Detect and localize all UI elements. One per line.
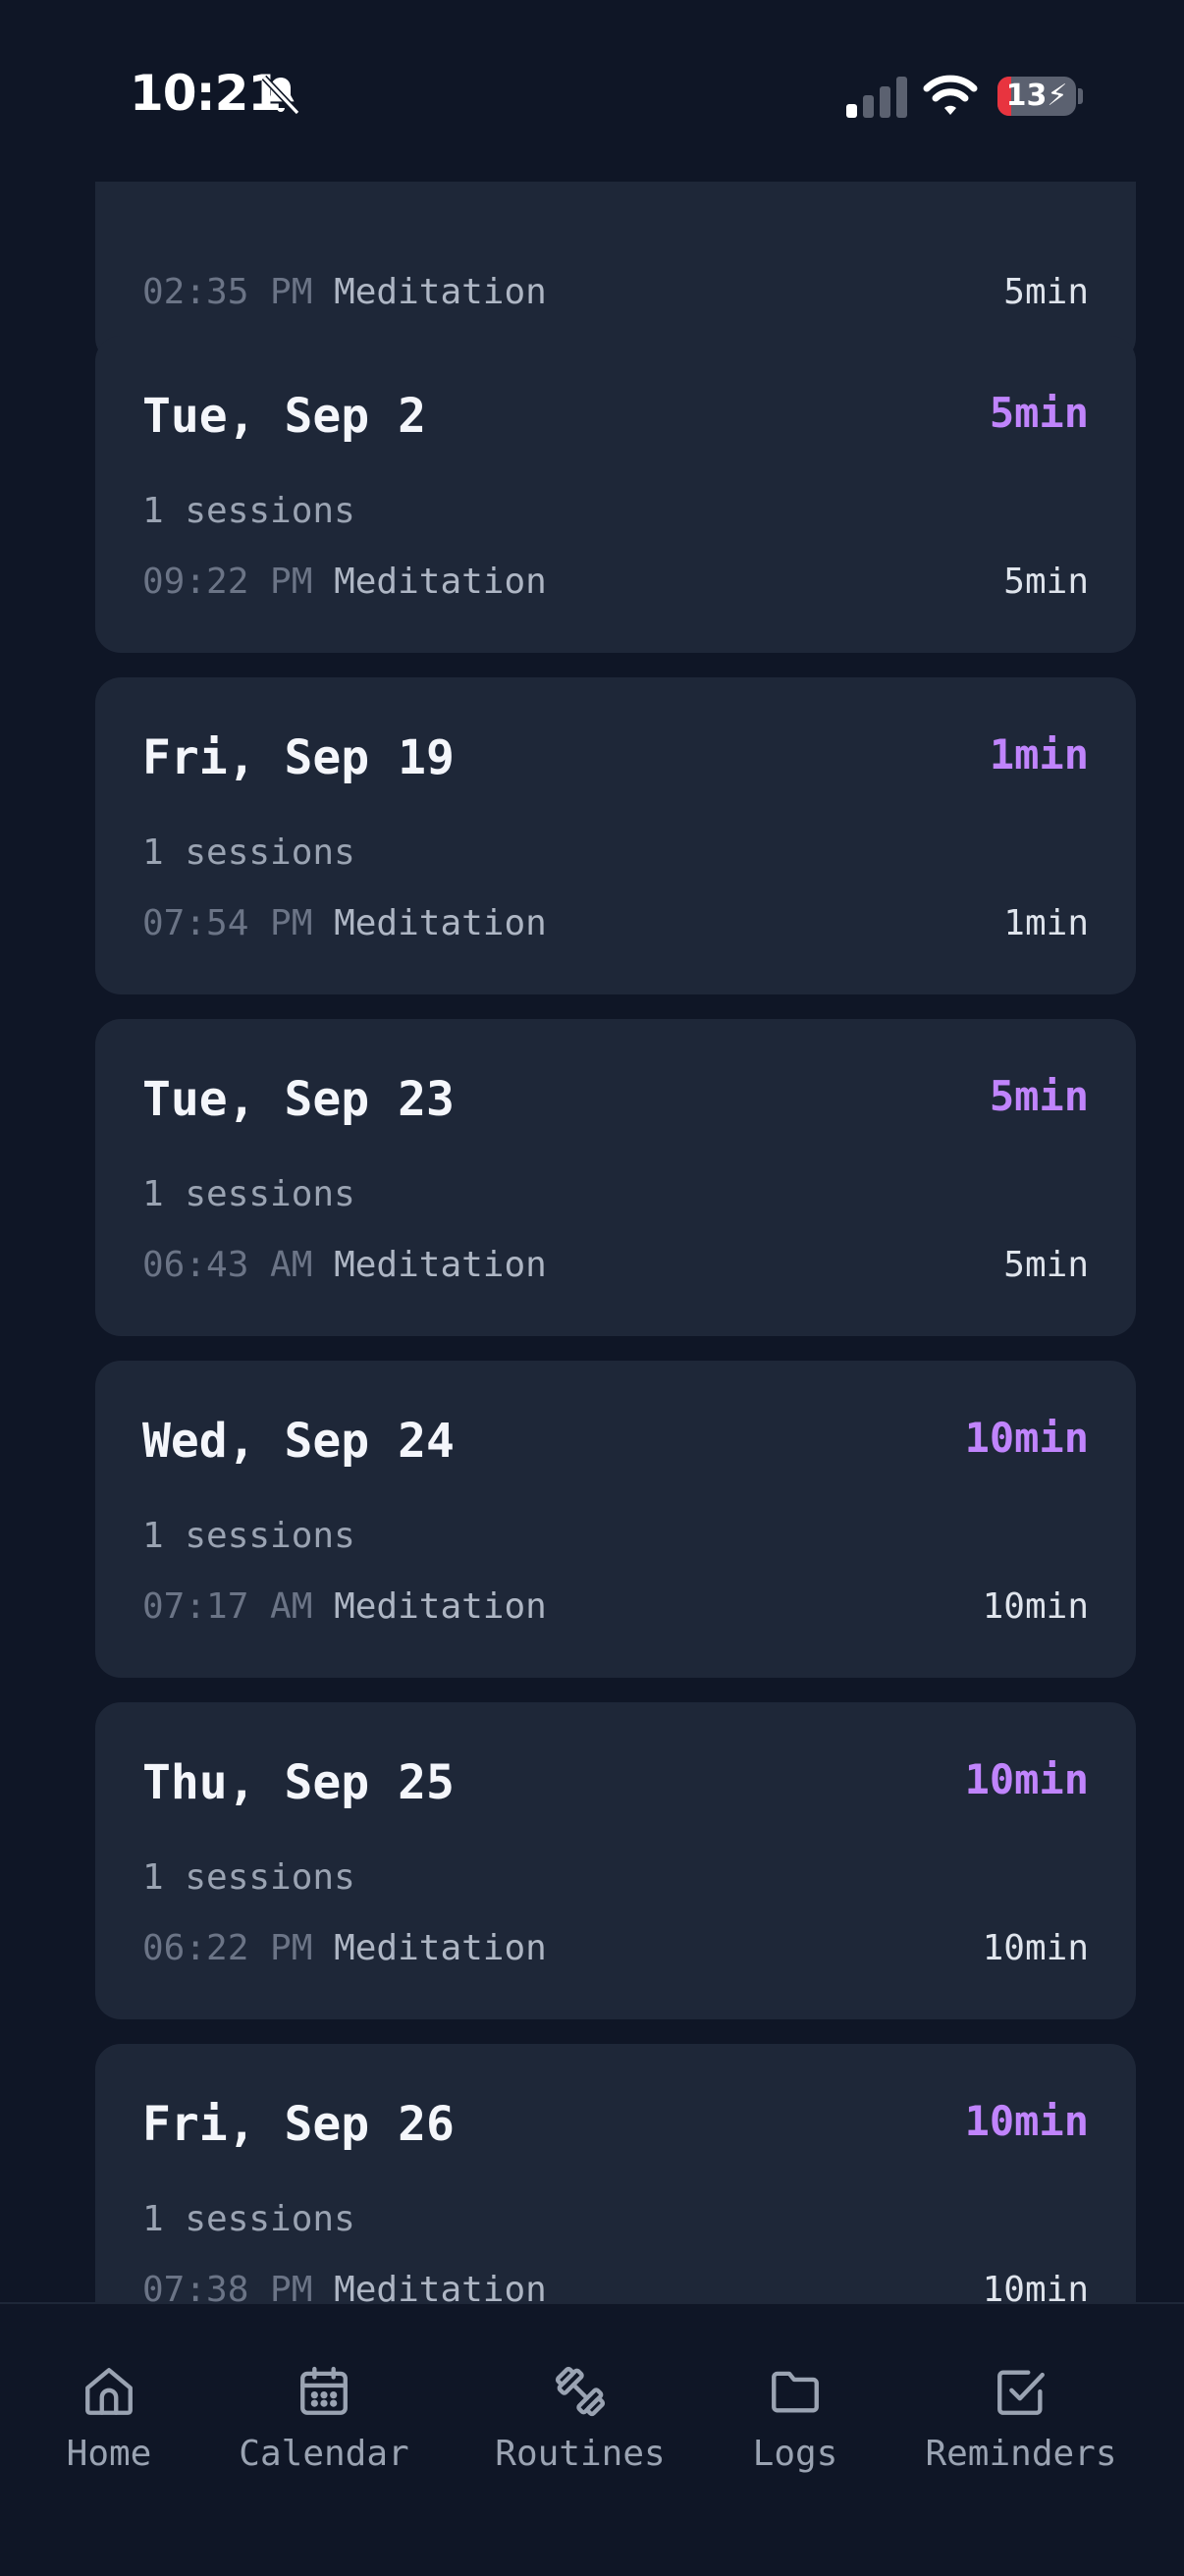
nav-label-reminders: Reminders [925, 2434, 1117, 2474]
session-time: 09:22 PM [142, 562, 313, 602]
session-name: Meditation [334, 562, 547, 602]
day-total-duration: 5min [989, 389, 1089, 437]
wifi-icon [923, 75, 978, 115]
day-date: Tue, Sep 2 [142, 389, 426, 444]
session-time: 06:22 PM [142, 1928, 313, 1968]
nav-item-reminders[interactable]: Reminders [913, 2363, 1129, 2474]
nav-label-home: Home [66, 2434, 152, 2474]
session-name: Meditation [334, 272, 547, 312]
day-date: Fri, Sep 19 [142, 730, 455, 785]
calendar-icon [300, 2366, 348, 2415]
session-name: Meditation [334, 1928, 547, 1968]
dumbbell-icon [555, 2366, 606, 2417]
day-date: Fri, Sep 26 [142, 2097, 455, 2152]
session-duration: 5min [1003, 272, 1089, 312]
session-name: Meditation [334, 2270, 547, 2302]
nav-item-logs[interactable]: Logs [687, 2363, 903, 2474]
session-row[interactable]: 07:17 AM Meditation 10min [142, 1586, 1089, 1627]
day-total-duration: 10min [964, 1414, 1089, 1462]
session-row[interactable]: 09:22 PM Meditation 5min [142, 562, 1089, 602]
session-count: 1 sessions [142, 491, 355, 531]
session-duration: 5min [1003, 562, 1089, 602]
battery-indicator: 13⚡ [997, 77, 1076, 116]
nav-item-routines[interactable]: Routines [472, 2363, 688, 2474]
day-date: Thu, Sep 25 [142, 1755, 455, 1810]
day-total-duration: 10min [964, 2097, 1089, 2145]
day-card[interactable]: Thu, Sep 25 10min 1 sessions 06:22 PM Me… [95, 1702, 1136, 2019]
session-duration: 10min [982, 1586, 1089, 1627]
session-duration: 1min [1003, 903, 1089, 943]
day-card[interactable]: Tue, Sep 23 5min 1 sessions 06:43 AM Med… [95, 1019, 1136, 1336]
session-row[interactable]: 06:43 AM Meditation 5min [142, 1245, 1089, 1285]
folder-icon [772, 2371, 819, 2413]
session-count: 1 sessions [142, 1516, 355, 1556]
cellular-signal-icon [846, 77, 907, 118]
session-count: 1 sessions [142, 2199, 355, 2239]
session-time: 06:43 AM [142, 1245, 313, 1285]
day-total-duration: 5min [989, 1072, 1089, 1120]
day-card[interactable]: Wed, Sep 24 10min 1 sessions 07:17 AM Me… [95, 1361, 1136, 1678]
day-card[interactable]: Tue, Sep 2 5min 1 sessions 09:22 PM Medi… [95, 336, 1136, 653]
session-count: 1 sessions [142, 1174, 355, 1214]
session-time: 07:54 PM [142, 903, 313, 943]
session-count: 1 sessions [142, 832, 355, 873]
session-row[interactable]: 07:54 PM Meditation 1min [142, 903, 1089, 943]
session-duration: 10min [982, 1928, 1089, 1968]
session-time: 07:38 PM [142, 2270, 313, 2302]
bottom-navigation: Home Calendar Routines Logs Reminders [0, 2302, 1184, 2576]
nav-item-calendar[interactable]: Calendar [216, 2363, 432, 2474]
session-name: Meditation [334, 1586, 547, 1627]
battery-level: 13 [1005, 79, 1048, 113]
session-row[interactable]: 06:22 PM Meditation 10min [142, 1928, 1089, 1968]
checkbox-icon [997, 2370, 1045, 2415]
session-name: Meditation [334, 903, 547, 943]
nav-item-home[interactable]: Home [1, 2363, 217, 2474]
day-date: Wed, Sep 24 [142, 1414, 455, 1469]
status-bar: 10:21 13⚡ [0, 0, 1184, 182]
battery-cap [1078, 88, 1083, 104]
nav-label-calendar: Calendar [239, 2434, 409, 2474]
day-total-duration: 1min [989, 730, 1089, 778]
bell-muted-icon [261, 75, 300, 116]
session-time: 02:35 PM [142, 272, 313, 312]
session-count: 1 sessions [142, 1857, 355, 1898]
session-row[interactable]: 02:35 PM Meditation 5min [142, 272, 1089, 312]
nav-label-routines: Routines [495, 2434, 666, 2474]
day-total-duration: 10min [964, 1755, 1089, 1803]
day-card[interactable]: Fri, Sep 26 10min 1 sessions 07:38 PM Me… [95, 2044, 1136, 2302]
session-duration: 10min [982, 2270, 1089, 2302]
session-day-list[interactable]: 02:35 PM Meditation 5min Tue, Sep 2 5min… [0, 182, 1184, 2302]
home-icon [85, 2368, 133, 2415]
session-duration: 5min [1003, 1245, 1089, 1285]
day-date: Tue, Sep 23 [142, 1072, 455, 1127]
day-card[interactable]: Fri, Sep 19 1min 1 sessions 07:54 PM Med… [95, 677, 1136, 994]
nav-label-logs: Logs [752, 2434, 838, 2474]
session-row[interactable]: 07:38 PM Meditation 10min [142, 2270, 1089, 2302]
session-name: Meditation [334, 1245, 547, 1285]
session-time: 07:17 AM [142, 1586, 313, 1627]
